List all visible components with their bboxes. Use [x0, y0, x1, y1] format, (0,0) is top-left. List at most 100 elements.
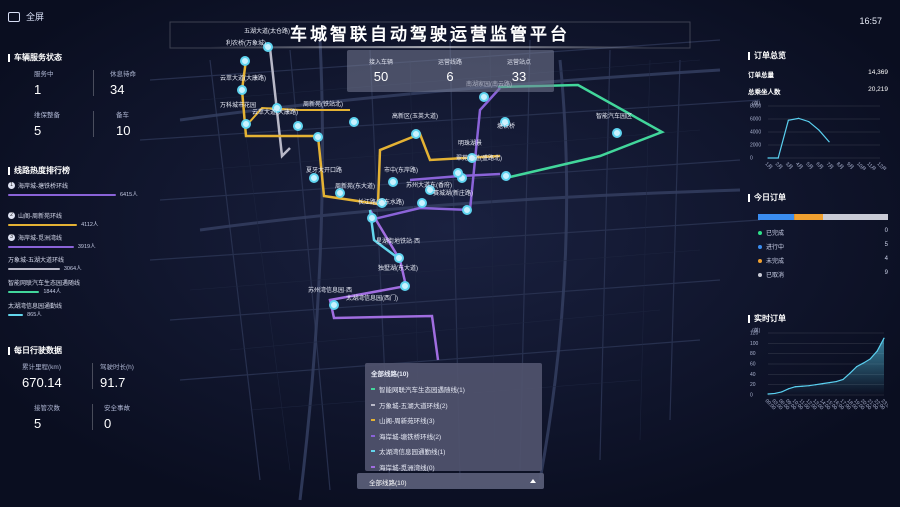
station-label: 云萃大道(大康路): [252, 108, 298, 116]
y-tick-label: 8000: [750, 104, 761, 110]
data-point: [808, 385, 810, 387]
realtime-orders-chart: (单)02040608010012000:0003:0006:0009:0010…: [750, 327, 888, 411]
order-overview-title: 订单总览: [748, 50, 888, 61]
route-rank-name: 海岸城-塘铁桥环线: [18, 184, 68, 190]
route-filter-dropdown[interactable]: 全部线路(10) 智能网联汽车生态园遇随线(1) 万象城-五湖大道环线(2) 山阁-…: [365, 363, 542, 472]
today-order-segment: [823, 214, 888, 220]
route-filter-header[interactable]: 全部线路(10): [371, 368, 409, 378]
route-filter-option[interactable]: 智能网联汽车生态园遇随线(1): [371, 384, 465, 394]
route-filter-option-label: 万象城-五湖大道环线(2): [379, 402, 448, 410]
today-orders-title: 今日订单: [748, 192, 888, 203]
data-point: [794, 386, 796, 388]
station-label: 星湖街地铁站·西: [376, 237, 420, 245]
route-filter-option[interactable]: 太湖湾信息园通勤线(1): [371, 446, 445, 456]
data-point: [828, 141, 830, 143]
series-area: [768, 338, 884, 395]
order-overview-chart: (单)020004000600080001月 2月 3月 4月 5月 6月 7月 8月 9月 10…: [750, 100, 888, 170]
today-order-label: 未完成: [766, 259, 785, 265]
route-rank-name: 太湖湾信息园通勤线: [8, 304, 63, 310]
route-color-icon: [371, 465, 375, 468]
route-filter-option-label: 智能网联汽车生态园遇随线(1): [379, 387, 465, 394]
station-label: 苏州大道东(香府): [406, 181, 452, 189]
y-tick-label: 100: [750, 341, 759, 347]
series-line: [768, 117, 830, 159]
route-rank-bar: [8, 246, 74, 248]
y-tick-label: 4000: [750, 130, 761, 136]
route-filter-option-label: 海岸城-觅洲湾线(0): [379, 464, 435, 472]
today-order-label: 已取消: [766, 273, 785, 279]
x-tick-label: 8月: [835, 161, 845, 170]
y-tick-label: 2000: [750, 143, 761, 149]
route-rank-item[interactable]: 3 海岸城-觅洲湾线 3919人: [8, 233, 148, 250]
data-point: [828, 382, 831, 384]
route-ranking-panel: 线路热度排行榜 1 海岸城-塘铁桥环线 6415人 2 山阁-周新苑环线 4112人 3 海岸…: [8, 165, 158, 325]
status-dot-icon: [758, 259, 762, 264]
route-rank-bar: [8, 314, 24, 316]
today-order-label: 进行中: [766, 245, 785, 251]
route-filter-option-label: 太湖湾信息园通勤线(1): [379, 449, 446, 456]
station-label: 智能汽车园区: [596, 112, 632, 120]
today-order-value: 4: [884, 256, 888, 262]
station-label: 万科城市花园: [220, 101, 256, 109]
data-point: [797, 117, 800, 119]
in-service-stat: 服务中 1: [34, 71, 54, 97]
today-order-value: 5: [884, 242, 888, 248]
route-rank-item[interactable]: 1 海岸城-塘铁桥环线 6415人: [8, 181, 148, 198]
fullscreen-label: 全屏: [26, 12, 45, 22]
rank-number: 2: [8, 212, 15, 219]
idle-stat: 休息待命 34: [110, 71, 136, 97]
y-tick-label: 120: [750, 331, 759, 337]
data-point: [787, 388, 790, 390]
kpi-stations: 运营站点 33: [506, 60, 531, 84]
route-rank-item[interactable]: 太湖湾信息园通勤线 865人: [8, 301, 148, 318]
data-point: [787, 119, 789, 121]
route-color-icon: [371, 403, 375, 406]
today-order-value: 0: [884, 228, 888, 234]
route-rank-item[interactable]: 万象城-五湖大道环线 3064人: [8, 255, 148, 272]
route-filter-selected: 全部线路(10): [369, 480, 407, 487]
route-rank-name: 山阁-周新苑环线: [18, 214, 62, 220]
today-order-row: 已完成 0: [758, 228, 888, 237]
route-rank-value: 6415人: [120, 192, 138, 198]
takeover-stat: 接管次数 5: [34, 405, 60, 431]
today-order-segment: [794, 214, 823, 220]
vehicle-status-panel: 车辆服务状态 服务中 1 休息待命 34 维保整备 5 备车 10: [8, 52, 158, 142]
route-filter-option[interactable]: 万象城-五湖大道环线(2): [371, 400, 448, 410]
x-tick-label: 9月: [845, 161, 855, 170]
route-filter-option[interactable]: 山阁-周新苑环线(3): [371, 415, 435, 425]
route-ranking-title: 线路热度排行榜: [8, 165, 158, 176]
data-point: [856, 365, 858, 368]
accident-stat: 安全事故 0: [104, 405, 130, 431]
today-order-row: 进行中 5: [758, 242, 888, 251]
route-rank-item[interactable]: 2 山阁-周新苑环线 4112人: [8, 211, 148, 228]
vehicle-status-title: 车辆服务状态: [8, 52, 158, 63]
route-filter-select[interactable]: 全部线路(10): [357, 473, 544, 489]
x-tick-label: 6月: [814, 161, 824, 170]
data-point: [835, 380, 837, 383]
y-tick-label: 20: [750, 382, 756, 388]
x-tick-label: 12月: [876, 161, 888, 170]
route-filter-option-label: 海岸城-塘铁桥环线(2): [379, 433, 442, 441]
y-tick-label: 60: [750, 362, 756, 368]
y-tick-label: 6000: [750, 117, 761, 123]
today-orders-bar: [758, 214, 888, 220]
fullscreen-button[interactable]: 全屏: [8, 10, 44, 23]
data-point: [767, 157, 769, 159]
route-filter-option[interactable]: 海岸城-塘铁桥环线(2): [371, 431, 441, 441]
station-label: 明珠湖景: [458, 139, 482, 147]
route-color-icon: [371, 388, 375, 390]
clock: 16:57: [859, 16, 882, 26]
station-label: 苏州湾信息园·西: [308, 286, 352, 294]
route-filter-option[interactable]: 海岸城-觅洲湾线(0): [371, 462, 435, 472]
route-color-icon: [371, 419, 375, 421]
route-rank-item[interactable]: 智能网联汽车生态园遇随线 1844人: [8, 278, 148, 295]
order-overview-panel: 订单总览 订单总量 14,369 总乘坐人数 20,219 (单) 0 2000 40…: [748, 50, 888, 175]
y-tick-label: 80: [750, 351, 756, 357]
route-rank-bar: [8, 268, 60, 270]
route-rank-bar: [8, 194, 116, 196]
x-tick-label: 2月: [774, 161, 784, 170]
data-point: [801, 385, 803, 387]
maintenance-stat: 维保整备 5: [34, 112, 60, 138]
route-color-icon: [371, 434, 375, 437]
status-dot-icon: [758, 245, 762, 250]
